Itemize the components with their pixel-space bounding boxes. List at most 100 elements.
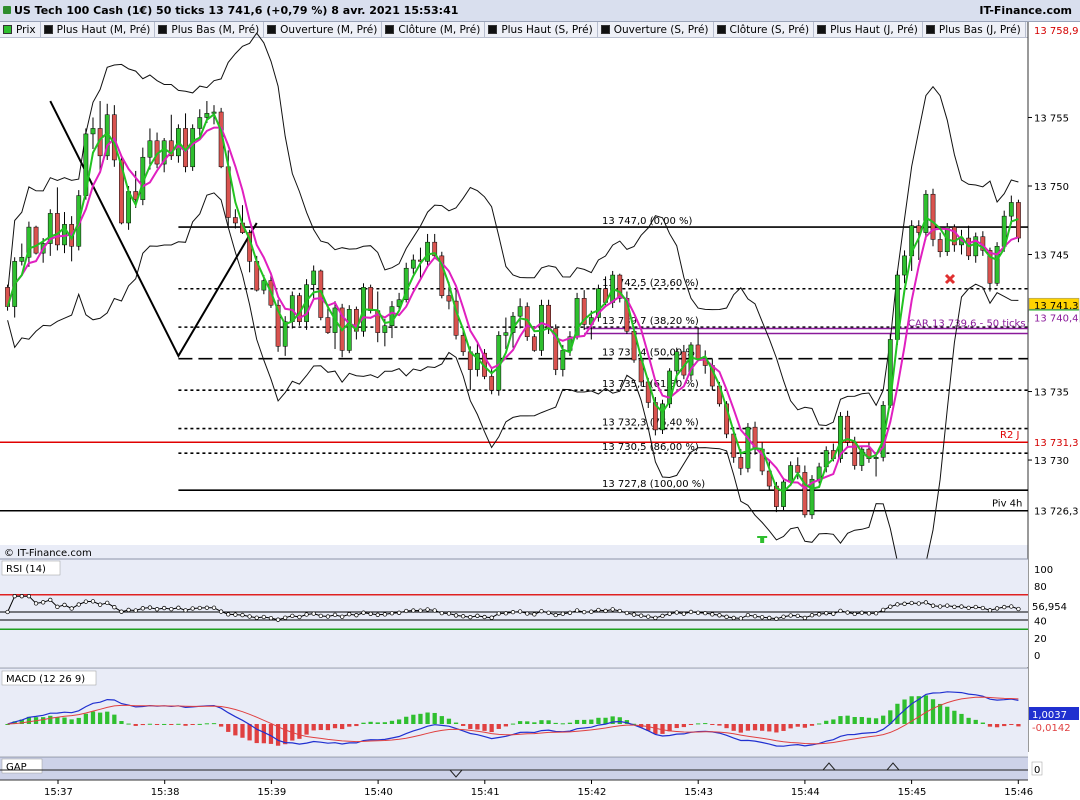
- fibonacci-label: 13 732,3 (76,40 %): [602, 418, 699, 429]
- rsi-point: [411, 608, 416, 613]
- macd-histogram-bar: [617, 717, 622, 724]
- rsi-point: [439, 610, 444, 616]
- macd-value-label: 1,0037: [1032, 710, 1067, 721]
- rsi-point: [802, 615, 808, 621]
- rsi-point: [97, 602, 103, 607]
- rsi-point: [660, 613, 665, 619]
- time-tick-label: 15:44: [791, 787, 820, 798]
- rsi-point: [254, 615, 259, 620]
- candle-body: [33, 226, 39, 254]
- macd-histogram-bar: [752, 724, 758, 731]
- rsi-point: [197, 605, 202, 611]
- rsi-tick-label: 80: [1034, 582, 1047, 593]
- macd-histogram-bar: [816, 723, 822, 725]
- rsi-point: [710, 612, 715, 617]
- rsi-point: [695, 610, 701, 615]
- rsi-point: [503, 611, 509, 616]
- macd-histogram-bar: [824, 720, 829, 724]
- time-tick-label: 15:43: [684, 787, 713, 798]
- watermark-strip: [0, 545, 1028, 559]
- rsi-point: [688, 609, 694, 615]
- macd-histogram-bar: [48, 715, 53, 724]
- gap-panel-bg: [0, 757, 1028, 780]
- macd-histogram-bar: [283, 724, 288, 745]
- rsi-tick-label: 40: [1034, 617, 1047, 628]
- time-tick-label: 15:37: [44, 787, 73, 798]
- time-tick-label: 15:46: [1004, 787, 1033, 798]
- price-axis-bg: [1028, 22, 1080, 558]
- candle-body: [660, 403, 665, 431]
- macd-histogram-bar: [674, 724, 679, 729]
- macd-histogram-bar: [567, 722, 573, 724]
- macd-histogram-bar: [62, 717, 67, 724]
- time-tick-label: 15:42: [578, 787, 607, 798]
- rsi-point: [339, 614, 345, 619]
- macd-histogram-bar: [539, 720, 544, 724]
- rsi-point: [226, 612, 231, 617]
- rsi-point: [517, 609, 523, 614]
- rsi-point: [703, 610, 708, 616]
- rsi-point: [297, 614, 302, 620]
- macd-histogram-bar: [354, 724, 359, 727]
- fibonacci-label: 13 747,0 (0,00 %): [602, 216, 693, 227]
- macd-histogram-bar: [404, 716, 409, 724]
- macd-histogram-bar: [788, 724, 793, 729]
- macd-histogram-bar: [895, 703, 900, 724]
- macd-histogram-bar: [389, 720, 395, 724]
- candle-body: [531, 336, 537, 351]
- rsi-point: [304, 612, 309, 617]
- macd-histogram-bar: [923, 695, 929, 724]
- rsi-point: [574, 608, 580, 613]
- macd-histogram-bar: [226, 724, 231, 732]
- time-tick-label: 15:39: [257, 787, 286, 798]
- macd-histogram-bar: [382, 722, 387, 724]
- price-chart[interactable]: 13 747,0 (0,00 %)13 742,5 (23,60 %)13 73…: [0, 0, 1080, 800]
- macd-histogram-bar: [41, 717, 46, 724]
- gap-tick-label: 0: [1034, 765, 1040, 776]
- rsi-point: [354, 613, 359, 618]
- rsi-point: [1009, 604, 1014, 609]
- rsi-point: [41, 600, 46, 605]
- macd-histogram-bar: [482, 724, 487, 731]
- macd-histogram-bar: [489, 724, 494, 733]
- rsi-value-label: 56,954: [1032, 602, 1067, 613]
- rsi-point: [26, 594, 32, 599]
- rsi-point: [638, 613, 644, 618]
- macd-histogram-bar: [503, 724, 509, 727]
- macd-histogram-bar: [304, 724, 309, 735]
- rsi-point: [233, 612, 238, 617]
- rsi-point: [361, 610, 366, 615]
- macd-histogram-bar: [937, 703, 943, 724]
- macd-histogram-bar: [90, 711, 96, 724]
- rsi-point: [169, 606, 174, 612]
- rsi-point: [767, 615, 772, 621]
- macd-histogram-bar: [119, 721, 124, 724]
- rsi-point: [717, 613, 722, 618]
- rsi-point: [845, 610, 850, 615]
- rsi-point: [589, 609, 594, 614]
- price-tick-label: 13 755: [1034, 113, 1069, 124]
- rsi-point: [816, 612, 822, 617]
- rsi-point: [994, 606, 1000, 611]
- price-tick-label: 13 745: [1034, 251, 1069, 262]
- macd-histogram-bar: [297, 724, 302, 739]
- macd-histogram-bar: [439, 716, 444, 724]
- macd-histogram-bar: [774, 724, 779, 733]
- rsi-point: [582, 609, 587, 615]
- rsi-point: [859, 610, 864, 615]
- rsi-point: [105, 600, 110, 606]
- rsi-point: [76, 602, 81, 607]
- price-panel-bg: [0, 38, 1028, 558]
- rsi-point: [952, 604, 957, 609]
- candle-body: [816, 466, 822, 480]
- macd-panel-bg: [0, 668, 1028, 756]
- rsi-point: [774, 616, 779, 621]
- rsi-point: [674, 610, 679, 615]
- macd-histogram-bar: [952, 710, 957, 724]
- macd-signal-value-label: -0,0142: [1032, 723, 1071, 734]
- candle-body: [346, 309, 352, 351]
- macd-histogram-bar: [1002, 724, 1007, 727]
- rsi-point: [318, 613, 323, 619]
- price-tick-label: 13 730: [1034, 456, 1069, 467]
- macd-histogram-bar: [688, 724, 694, 725]
